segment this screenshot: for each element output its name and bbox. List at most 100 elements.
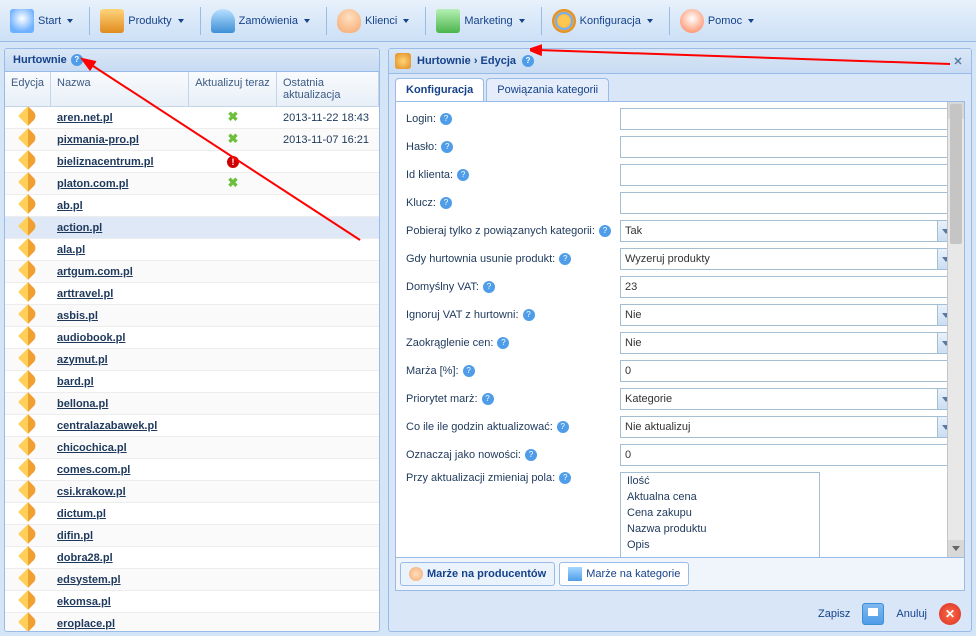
- edit-cell[interactable]: [5, 109, 51, 126]
- margin-priority-select[interactable]: Kategorie: [620, 388, 958, 410]
- edit-cell[interactable]: [5, 197, 51, 214]
- help-icon[interactable]: ?: [440, 113, 452, 125]
- clientid-input[interactable]: [620, 164, 958, 186]
- wholesaler-link[interactable]: edsystem.pl: [57, 574, 121, 586]
- help-icon[interactable]: ?: [559, 253, 571, 265]
- edit-cell[interactable]: [5, 571, 51, 588]
- config-button[interactable]: Konfiguracja: [546, 5, 659, 37]
- help-icon[interactable]: ?: [440, 197, 452, 209]
- wholesaler-link[interactable]: artgum.com.pl: [57, 266, 133, 278]
- table-row[interactable]: ekomsa.pl: [5, 591, 379, 613]
- help-icon[interactable]: ?: [525, 449, 537, 461]
- update-cell[interactable]: [189, 110, 277, 125]
- help-icon[interactable]: ?: [557, 421, 569, 433]
- wholesaler-link[interactable]: action.pl: [57, 222, 102, 234]
- grid-body[interactable]: aren.net.pl2013-11-22 18:43pixmania-pro.…: [5, 107, 379, 632]
- col-last-update[interactable]: Ostatnia aktualizacja: [277, 72, 379, 106]
- edit-cell[interactable]: [5, 417, 51, 434]
- update-cell[interactable]: [189, 156, 277, 168]
- col-name[interactable]: Nazwa: [51, 72, 189, 106]
- subtab-category-margins[interactable]: Marże na kategorie: [559, 562, 689, 586]
- edit-cell[interactable]: [5, 219, 51, 236]
- close-button[interactable]: ✕: [951, 54, 965, 68]
- clients-button[interactable]: Klienci: [331, 5, 415, 37]
- tab-categories[interactable]: Powiązania kategorii: [486, 78, 609, 101]
- list-item[interactable]: Cena zakupu: [621, 505, 819, 521]
- round-select[interactable]: Nie: [620, 332, 958, 354]
- table-row[interactable]: pixmania-pro.pl2013-11-07 16:21: [5, 129, 379, 151]
- wholesaler-link[interactable]: azymut.pl: [57, 354, 108, 366]
- edit-cell[interactable]: [5, 175, 51, 192]
- edit-cell[interactable]: [5, 241, 51, 258]
- marketing-button[interactable]: Marketing: [430, 5, 530, 37]
- scroll-thumb[interactable]: [950, 104, 962, 244]
- table-row[interactable]: dobra28.pl: [5, 547, 379, 569]
- edit-cell[interactable]: [5, 461, 51, 478]
- table-row[interactable]: ab.pl: [5, 195, 379, 217]
- update-cell[interactable]: [189, 132, 277, 147]
- edit-cell[interactable]: [5, 549, 51, 566]
- subtab-producer-margins[interactable]: Marże na producentów: [400, 562, 555, 586]
- tab-config[interactable]: Konfiguracja: [395, 78, 484, 101]
- table-row[interactable]: azymut.pl: [5, 349, 379, 371]
- onremove-select[interactable]: Wyzeruj produkty: [620, 248, 958, 270]
- wholesaler-link[interactable]: bieliznacentrum.pl: [57, 156, 154, 168]
- save-button[interactable]: Zapisz: [812, 604, 856, 624]
- wholesaler-link[interactable]: bard.pl: [57, 376, 94, 388]
- help-icon[interactable]: ?: [599, 225, 611, 237]
- help-icon[interactable]: ?: [482, 393, 494, 405]
- wholesaler-link[interactable]: bellona.pl: [57, 398, 108, 410]
- edit-cell[interactable]: [5, 131, 51, 148]
- edit-cell[interactable]: [5, 527, 51, 544]
- wholesaler-link[interactable]: platon.com.pl: [57, 178, 129, 190]
- products-button[interactable]: Produkty: [94, 5, 189, 37]
- table-row[interactable]: bellona.pl: [5, 393, 379, 415]
- change-fields-listbox[interactable]: IlośćAktualna cenaCena zakupuNazwa produ…: [620, 472, 820, 557]
- list-item[interactable]: Nazwa produktu: [621, 521, 819, 537]
- edit-cell[interactable]: [5, 593, 51, 610]
- edit-cell[interactable]: [5, 373, 51, 390]
- edit-cell[interactable]: [5, 329, 51, 346]
- cancel-button[interactable]: Anuluj: [890, 604, 933, 624]
- news-input[interactable]: [620, 444, 958, 466]
- table-row[interactable]: bard.pl: [5, 371, 379, 393]
- wholesaler-link[interactable]: dictum.pl: [57, 508, 106, 520]
- wholesaler-link[interactable]: dobra28.pl: [57, 552, 113, 564]
- wholesaler-link[interactable]: eroplace.pl: [57, 618, 115, 630]
- key-input[interactable]: [620, 192, 958, 214]
- margin-input[interactable]: [620, 360, 958, 382]
- fetch-tied-select[interactable]: Tak: [620, 220, 958, 242]
- update-cell[interactable]: [189, 176, 277, 191]
- table-row[interactable]: action.pl: [5, 217, 379, 239]
- col-update[interactable]: Aktualizuj teraz: [189, 72, 277, 106]
- help-button[interactable]: Pomoc: [674, 5, 760, 37]
- wholesaler-link[interactable]: ekomsa.pl: [57, 596, 111, 608]
- table-row[interactable]: ala.pl: [5, 239, 379, 261]
- wholesaler-link[interactable]: arttravel.pl: [57, 288, 113, 300]
- help-icon[interactable]: ?: [523, 309, 535, 321]
- help-icon[interactable]: ?: [483, 281, 495, 293]
- table-row[interactable]: dictum.pl: [5, 503, 379, 525]
- help-icon[interactable]: ?: [522, 55, 534, 67]
- help-icon[interactable]: ?: [559, 472, 571, 484]
- edit-cell[interactable]: [5, 285, 51, 302]
- wholesaler-link[interactable]: comes.com.pl: [57, 464, 130, 476]
- edit-cell[interactable]: [5, 395, 51, 412]
- start-button[interactable]: Start: [4, 5, 79, 37]
- orders-button[interactable]: Zamówienia: [205, 5, 316, 37]
- table-row[interactable]: centralazabawek.pl: [5, 415, 379, 437]
- table-row[interactable]: bieliznacentrum.pl: [5, 151, 379, 173]
- edit-cell[interactable]: [5, 483, 51, 500]
- edit-cell[interactable]: [5, 153, 51, 170]
- table-row[interactable]: arttravel.pl: [5, 283, 379, 305]
- help-icon[interactable]: ?: [463, 365, 475, 377]
- wholesaler-link[interactable]: asbis.pl: [57, 310, 98, 322]
- help-icon[interactable]: ?: [71, 54, 83, 66]
- table-row[interactable]: csi.krakow.pl: [5, 481, 379, 503]
- wholesaler-link[interactable]: aren.net.pl: [57, 112, 113, 124]
- table-row[interactable]: artgum.com.pl: [5, 261, 379, 283]
- edit-cell[interactable]: [5, 505, 51, 522]
- edit-cell[interactable]: [5, 263, 51, 280]
- save-icon[interactable]: [862, 603, 884, 625]
- help-icon[interactable]: ?: [457, 169, 469, 181]
